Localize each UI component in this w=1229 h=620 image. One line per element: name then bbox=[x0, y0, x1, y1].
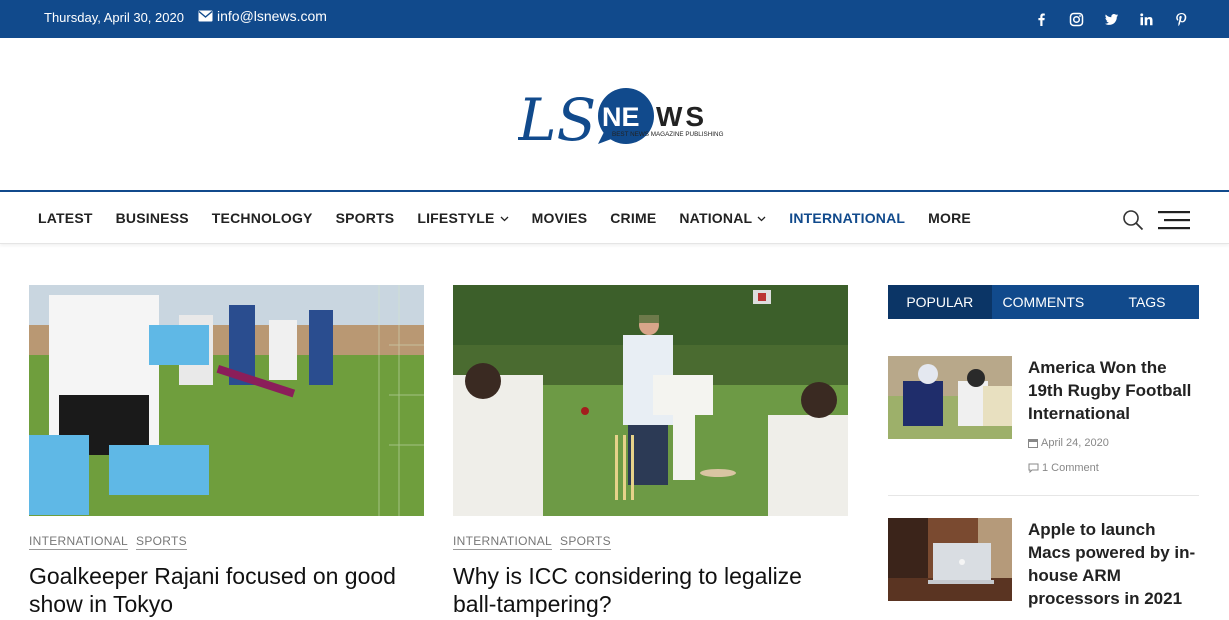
article-card[interactable]: INTERNATIONAL SPORTS Goalkeeper Rajani f… bbox=[29, 285, 424, 618]
nav-label: CRIME bbox=[610, 210, 657, 226]
comment-icon bbox=[1028, 463, 1039, 473]
calendar-icon bbox=[1028, 439, 1038, 448]
nav-item-more[interactable]: MORE bbox=[928, 210, 971, 226]
facebook-icon[interactable] bbox=[1034, 12, 1049, 27]
site-logo[interactable]: LS NE WS BEST NEWS MAGAZINE PUBLISHING bbox=[518, 82, 728, 152]
tab-comments[interactable]: COMMENTS bbox=[992, 285, 1096, 319]
logo-ls-text: LS bbox=[518, 86, 596, 152]
article-card[interactable]: INTERNATIONAL SPORTS Why is ICC consider… bbox=[453, 285, 848, 618]
post-title[interactable]: Apple to launch Macs powered by in-house… bbox=[1028, 518, 1198, 610]
social-links bbox=[1034, 12, 1189, 27]
post-date-text: April 24, 2020 bbox=[1041, 437, 1109, 449]
hamburger-menu-icon[interactable] bbox=[1158, 210, 1190, 230]
search-icon[interactable] bbox=[1122, 209, 1144, 231]
logo-ws-text: WS bbox=[656, 101, 707, 132]
header-logo-area: LS NE WS BEST NEWS MAGAZINE PUBLISHING bbox=[0, 38, 1229, 190]
twitter-icon[interactable] bbox=[1104, 12, 1119, 27]
nav-item-national[interactable]: NATIONAL bbox=[679, 210, 766, 226]
current-date: Thursday, April 30, 2020 bbox=[44, 10, 184, 25]
post-title[interactable]: America Won the 19th Rugby Football Inte… bbox=[1028, 356, 1198, 425]
linkedin-icon[interactable] bbox=[1139, 12, 1154, 27]
nav-label: BUSINESS bbox=[115, 210, 189, 226]
article-tags: INTERNATIONAL SPORTS bbox=[453, 534, 848, 550]
nav-label: NATIONAL bbox=[679, 210, 753, 226]
popular-post-item[interactable]: Apple to launch Macs powered by in-house… bbox=[888, 518, 1199, 620]
popular-post-item[interactable]: America Won the 19th Rugby Football Inte… bbox=[888, 356, 1199, 486]
nav-label: MORE bbox=[928, 210, 971, 226]
article-image-hockey[interactable] bbox=[29, 285, 424, 516]
nav-item-sports[interactable]: SPORTS bbox=[336, 210, 395, 226]
tab-tags[interactable]: TAGS bbox=[1095, 285, 1199, 319]
article-tags: INTERNATIONAL SPORTS bbox=[29, 534, 424, 550]
nav-label: MOVIES bbox=[531, 210, 588, 226]
logo-tagline: BEST NEWS MAGAZINE PUBLISHING bbox=[612, 131, 724, 138]
nav-item-latest[interactable]: LATEST bbox=[38, 210, 93, 226]
post-comments-text: 1 Comment bbox=[1042, 462, 1099, 474]
article-image-cricket[interactable] bbox=[453, 285, 848, 516]
instagram-icon[interactable] bbox=[1069, 12, 1084, 27]
tab-popular[interactable]: POPULAR bbox=[888, 285, 992, 319]
post-thumbnail-rugby[interactable] bbox=[888, 356, 1012, 439]
nav-item-business[interactable]: BUSINESS bbox=[116, 210, 189, 226]
nav-label: LATEST bbox=[38, 210, 93, 226]
sidebar-tabs: POPULAR COMMENTS TAGS bbox=[888, 285, 1199, 319]
post-comments[interactable]: 1 Comment bbox=[1028, 462, 1099, 474]
nav-label: INTERNATIONAL bbox=[789, 210, 906, 226]
tag-international[interactable]: INTERNATIONAL bbox=[453, 534, 553, 550]
sidebar-divider bbox=[888, 495, 1199, 496]
article-title[interactable]: Goalkeeper Rajani focused on good show i… bbox=[29, 562, 424, 618]
chevron-down-icon bbox=[757, 216, 766, 221]
contact-email[interactable]: info@lsnews.com bbox=[198, 8, 327, 24]
tag-sports[interactable]: SPORTS bbox=[136, 534, 187, 550]
tag-sports[interactable]: SPORTS bbox=[560, 534, 611, 550]
article-title[interactable]: Why is ICC considering to legalize ball-… bbox=[453, 562, 848, 618]
post-date: April 24, 2020 bbox=[1028, 437, 1109, 449]
nav-item-international[interactable]: INTERNATIONAL bbox=[789, 210, 905, 226]
nav-item-technology[interactable]: TECHNOLOGY bbox=[212, 210, 313, 226]
envelope-icon bbox=[198, 10, 213, 22]
nav-label: TECHNOLOGY bbox=[211, 210, 313, 226]
logo-ne-text: NE bbox=[602, 102, 640, 132]
chevron-down-icon bbox=[500, 216, 509, 221]
post-thumbnail-apple[interactable] bbox=[888, 518, 1012, 601]
nav-item-lifestyle[interactable]: LIFESTYLE bbox=[417, 210, 509, 226]
main-navigation: LATEST BUSINESS TECHNOLOGY SPORTS LIFEST… bbox=[0, 190, 1229, 244]
email-text: info@lsnews.com bbox=[217, 8, 327, 24]
nav-label: LIFESTYLE bbox=[417, 210, 495, 226]
tag-international[interactable]: INTERNATIONAL bbox=[29, 534, 129, 550]
top-bar: Thursday, April 30, 2020 info@lsnews.com bbox=[0, 0, 1229, 38]
pinterest-icon[interactable] bbox=[1174, 12, 1189, 27]
nav-label: SPORTS bbox=[335, 210, 395, 226]
nav-item-movies[interactable]: MOVIES bbox=[532, 210, 588, 226]
nav-item-crime[interactable]: CRIME bbox=[610, 210, 656, 226]
